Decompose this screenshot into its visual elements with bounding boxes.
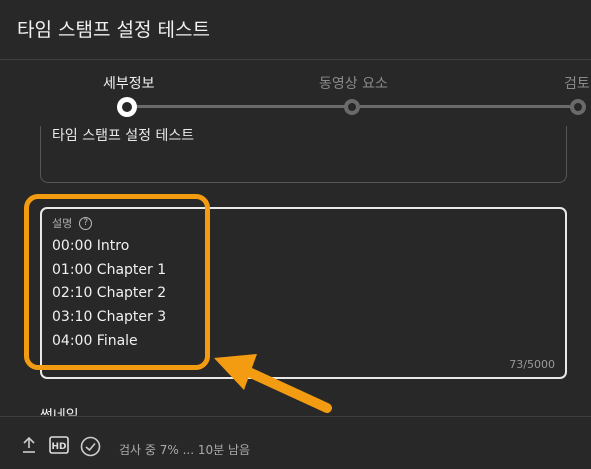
stepper-line	[360, 105, 570, 108]
character-counter: 73/5000	[509, 358, 555, 371]
svg-text:HD: HD	[51, 442, 66, 452]
stepper-line	[136, 105, 346, 108]
title-field-value: 타임 스탬프 설정 테스트	[52, 128, 195, 144]
status-bar: HD 검사 중 7% ... 10분 남음	[0, 416, 591, 469]
check-circle-icon[interactable]	[80, 436, 101, 457]
step-review-dot[interactable]	[570, 99, 586, 115]
step-details-label[interactable]: 세부정보	[103, 73, 155, 93]
stepper: 세부정보 동영상 요소 검토	[0, 60, 591, 126]
dialog-header: 타임 스탬프 설정 테스트	[0, 0, 591, 60]
hd-icon[interactable]: HD	[49, 436, 69, 454]
title-field[interactable]: 타임 스탬프 설정 테스트	[40, 126, 567, 183]
annotation-arrow-icon	[214, 354, 332, 413]
step-review-label[interactable]: 검토	[564, 73, 590, 93]
thumbnail-heading: 썸네일	[40, 408, 79, 416]
step-video-elements-dot[interactable]	[344, 99, 360, 115]
dialog-title: 타임 스탬프 설정 테스트	[17, 19, 210, 41]
annotation-highlight-box	[24, 194, 210, 370]
step-video-elements-label[interactable]: 동영상 요소	[319, 73, 388, 93]
upload-status-text: 검사 중 7% ... 10분 남음	[119, 443, 251, 457]
step-details-dot[interactable]	[117, 97, 137, 117]
upload-icon[interactable]	[21, 436, 37, 454]
